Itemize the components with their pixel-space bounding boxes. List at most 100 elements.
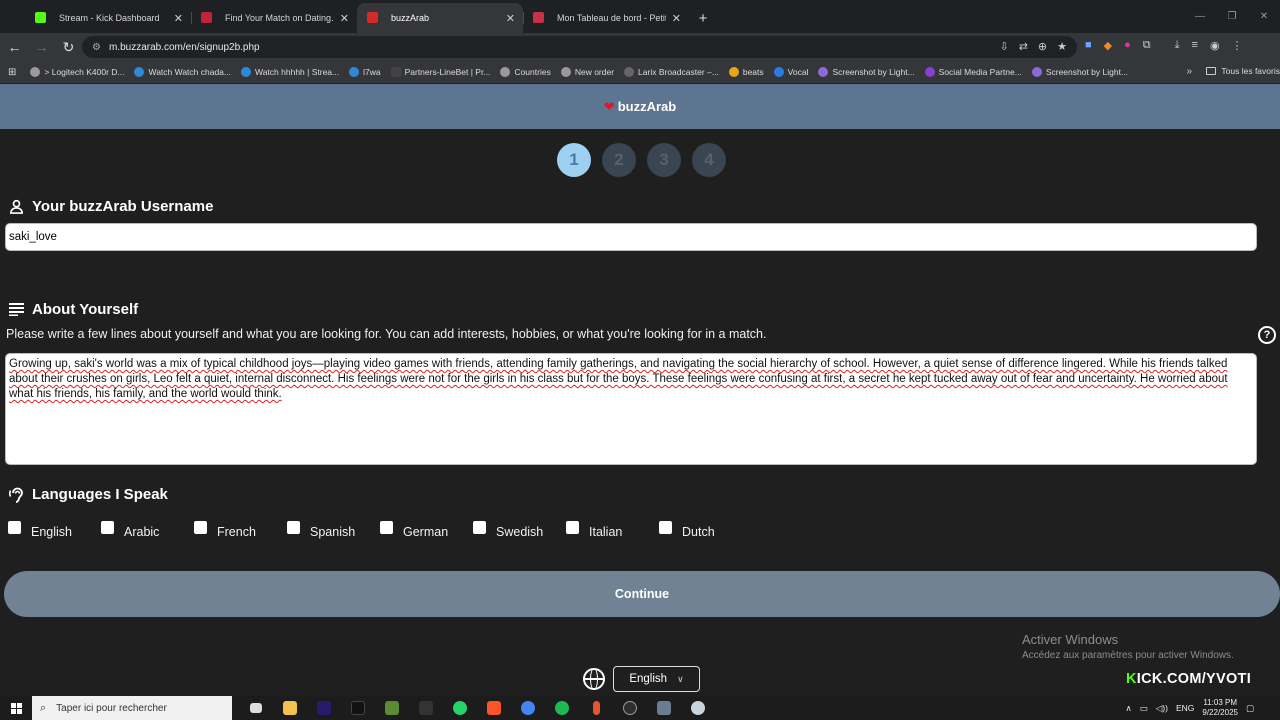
tiktok-icon[interactable] xyxy=(346,697,370,719)
checkbox[interactable] xyxy=(380,521,393,534)
help-icon[interactable]: ? xyxy=(1258,326,1276,344)
about-text[interactable]: Growing up, saki's world was a mix of ty… xyxy=(9,358,1228,400)
spotify-icon[interactable] xyxy=(550,697,574,719)
steam-icon[interactable] xyxy=(686,697,710,719)
extensions-puzzle-icon[interactable]: ⧉ xyxy=(1143,39,1151,52)
language-option-french[interactable]: French xyxy=(194,521,256,539)
checkbox[interactable] xyxy=(101,521,114,534)
reading-list-icon[interactable]: ≡ xyxy=(1192,39,1198,52)
bookmark-item[interactable]: beats xyxy=(728,67,764,77)
bookmark-item[interactable]: Screenshot by Light... xyxy=(1031,67,1128,77)
checkbox[interactable] xyxy=(566,521,579,534)
language-option-swedish[interactable]: Swedish xyxy=(473,521,543,539)
taskbar-search[interactable]: ⌕ Taper ici pour rechercher xyxy=(32,696,232,720)
bookmarks-overflow-icon[interactable]: » xyxy=(1186,66,1192,77)
checkbox[interactable] xyxy=(473,521,486,534)
volume-icon[interactable]: ◁)) xyxy=(1156,703,1168,714)
checkbox[interactable] xyxy=(194,521,207,534)
bookmark-item[interactable]: l7wa xyxy=(349,67,381,77)
username-input[interactable]: saki_love xyxy=(5,223,1257,251)
brand-logo[interactable]: ❤ buzzArab xyxy=(604,99,676,115)
extension-icon[interactable]: ◆ xyxy=(1104,39,1112,52)
obs-icon[interactable] xyxy=(618,697,642,719)
url-text[interactable]: m.buzzarab.com/en/signup2b.php xyxy=(109,42,260,53)
text-lines-icon xyxy=(8,302,24,318)
bookmark-item[interactable]: Larix Broadcaster –... xyxy=(624,67,719,77)
calculator-icon[interactable] xyxy=(652,697,676,719)
dating-favicon-icon xyxy=(201,12,212,23)
language-option-dutch[interactable]: Dutch xyxy=(659,521,715,539)
tab-dating[interactable]: Find Your Match on Dating.com ✕ xyxy=(191,3,357,33)
site-info-icon[interactable]: ⚙ xyxy=(92,42,101,53)
language-option-spanish[interactable]: Spanish xyxy=(287,521,355,539)
menu-kebab-icon[interactable]: ⋮ xyxy=(1232,39,1243,52)
language-option-german[interactable]: German xyxy=(380,521,448,539)
language-label: Spanish xyxy=(310,525,356,539)
checkbox[interactable] xyxy=(287,521,300,534)
ear-icon xyxy=(8,487,24,503)
minimize-icon[interactable]: — xyxy=(1184,0,1216,32)
close-tab-icon[interactable]: ✕ xyxy=(174,12,183,25)
all-bookmarks-folder[interactable]: Tous les favoris xyxy=(1206,66,1280,76)
minecraft-icon[interactable] xyxy=(380,697,404,719)
bookmark-item[interactable]: Watch Watch chada... xyxy=(134,67,231,77)
epic-games-icon[interactable] xyxy=(414,697,438,719)
bookmark-item[interactable]: Partners-LineBet | Pr... xyxy=(390,67,490,77)
input-language[interactable]: ENG xyxy=(1176,703,1194,713)
extension-icon[interactable]: ■ xyxy=(1085,39,1092,52)
extension-icon[interactable]: ● xyxy=(1124,39,1131,52)
restore-icon[interactable]: ❐ xyxy=(1216,0,1248,32)
reload-icon[interactable]: ↻ xyxy=(56,35,81,59)
close-window-icon[interactable]: ✕ xyxy=(1248,0,1280,32)
address-bar[interactable]: ⚙ m.buzzarab.com/en/signup2b.php ⇩ ⇄ ⊕ ★ xyxy=(82,36,1077,58)
taskbar-clock[interactable]: 11:03 PM 9/22/2025 xyxy=(1202,698,1238,718)
profile-icon[interactable]: ◉ xyxy=(1210,39,1220,52)
task-view-icon[interactable] xyxy=(244,697,268,719)
language-option-italian[interactable]: Italian xyxy=(566,521,622,539)
bookmark-star-icon[interactable]: ★ xyxy=(1057,40,1067,53)
translate-icon[interactable]: ⇄ xyxy=(1019,40,1028,53)
notifications-icon[interactable]: ▢ xyxy=(1246,703,1254,714)
close-tab-icon[interactable]: ✕ xyxy=(672,12,681,25)
continue-button[interactable]: Continue xyxy=(4,571,1280,617)
new-tab-button[interactable]: + xyxy=(689,3,717,33)
language-option-english[interactable]: English xyxy=(8,521,72,539)
checkbox[interactable] xyxy=(659,521,672,534)
bookmark-item[interactable]: > Logitech K400r D... xyxy=(30,67,124,77)
tab-kick-dashboard[interactable]: Stream - Kick Dashboard ✕ xyxy=(25,3,191,33)
file-explorer-icon[interactable] xyxy=(278,697,302,719)
brave-icon[interactable] xyxy=(482,697,506,719)
tab-buzzarab[interactable]: buzzArab ✕ xyxy=(357,3,523,33)
bookmark-item[interactable]: Screenshot by Light... xyxy=(818,67,915,77)
step-1: 1 xyxy=(557,143,591,177)
chrome-icon[interactable] xyxy=(516,697,540,719)
install-icon[interactable]: ⇩ xyxy=(999,40,1008,53)
close-tab-icon[interactable]: ✕ xyxy=(340,12,349,25)
apps-grid-icon[interactable]: ⊞ xyxy=(8,67,16,78)
about-textarea[interactable]: Growing up, saki's world was a mix of ty… xyxy=(5,353,1257,465)
bookmark-item[interactable]: Vocal xyxy=(773,67,808,77)
checkbox[interactable] xyxy=(8,521,21,534)
footer-language-switcher: English ∨ xyxy=(583,666,700,692)
whatsapp-icon[interactable] xyxy=(448,697,472,719)
search-icon: ⌕ xyxy=(40,701,47,714)
premiere-icon[interactable] xyxy=(312,697,336,719)
zoom-icon[interactable]: ⊕ xyxy=(1038,40,1047,53)
bookmark-item[interactable]: Countries xyxy=(500,67,551,77)
network-icon[interactable]: ▭ xyxy=(1140,703,1148,714)
tray-chevron-icon[interactable]: ∧ xyxy=(1125,703,1131,714)
bookmark-item[interactable]: Social Media Partne... xyxy=(924,67,1022,77)
windows-taskbar: ⌕ Taper ici pour rechercher ∧ ▭ ◁)) ENG … xyxy=(0,696,1280,720)
language-select[interactable]: English ∨ xyxy=(613,666,700,692)
close-tab-icon[interactable]: ✕ xyxy=(506,12,515,25)
tab-tableau-de-bord[interactable]: Mon Tableau de bord - Petites annonces ✕ xyxy=(523,3,689,33)
download-icon[interactable]: ⤓ xyxy=(1175,39,1180,52)
microphone-icon[interactable] xyxy=(584,697,608,719)
bookmark-item[interactable]: New order xyxy=(560,67,614,77)
bookmark-item[interactable]: Watch hhhhh | Strea... xyxy=(241,67,339,77)
language-option-arabic[interactable]: Arabic xyxy=(101,521,159,539)
forward-icon[interactable]: → xyxy=(29,35,54,59)
username-heading: Your buzzArab Username xyxy=(8,198,213,215)
start-button[interactable] xyxy=(0,696,32,720)
back-icon[interactable]: ← xyxy=(2,35,27,59)
